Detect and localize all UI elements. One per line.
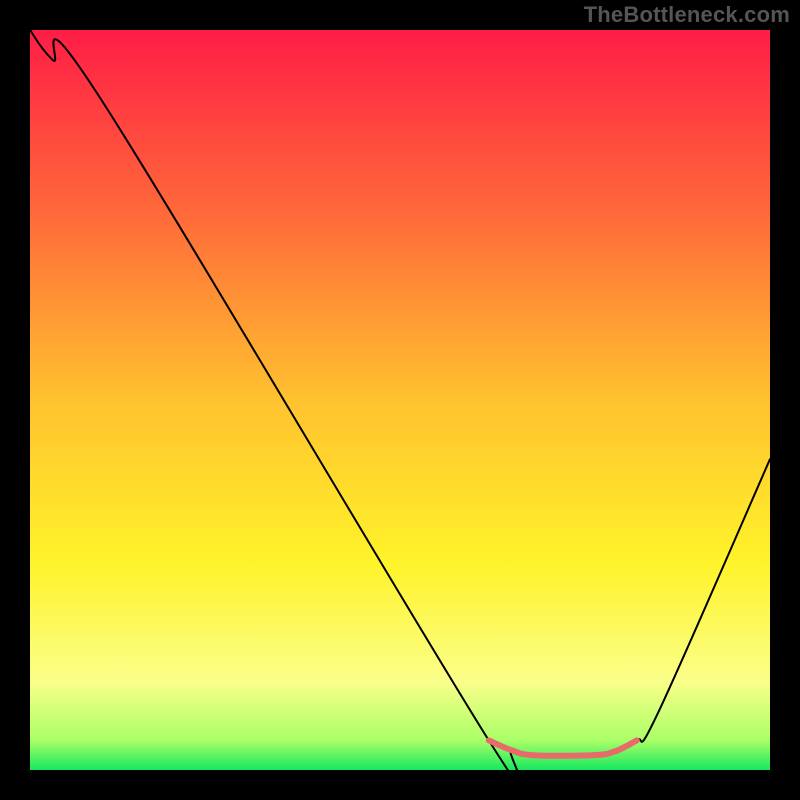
watermark-text: TheBottleneck.com xyxy=(584,2,790,28)
chart-plot-area xyxy=(30,30,770,770)
chart-frame: TheBottleneck.com xyxy=(0,0,800,800)
chart-svg xyxy=(30,30,770,770)
gradient-background xyxy=(30,30,770,770)
